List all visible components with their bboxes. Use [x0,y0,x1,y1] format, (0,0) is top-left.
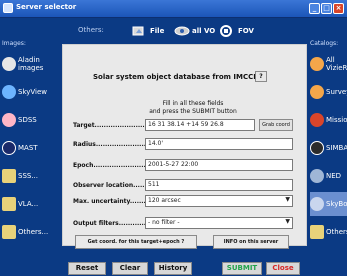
server-missions[interactable]: Missions [310,108,347,132]
panel-title: Solar system object database from IMCCE [93,73,259,81]
ned-icon [310,169,324,183]
sss-icon [2,169,16,183]
chevron-down-icon: ▼ [285,218,290,225]
server-vla[interactable]: VLA... [2,192,52,216]
server-aladin-label: Aladin images [18,56,44,72]
server-sss[interactable]: SSS... [2,164,52,188]
observer-input[interactable]: 511 [145,179,293,191]
server-ned-label: NED [326,172,342,180]
server-aladin[interactable]: Aladin images [2,52,52,76]
fov-icon [220,25,232,37]
server-mast[interactable]: MAST [2,136,52,160]
aladin-icon [2,57,16,71]
clear-button[interactable]: Clear [112,262,148,275]
instructions-line-2: and press the SUBMIT button [149,108,237,115]
submit-button[interactable]: SUBMIT [222,262,262,275]
all-vo-button[interactable]: all VO [174,22,215,40]
catalogs-header: Catalogs: [310,40,339,47]
filters-select[interactable]: - no filter - ▼ [145,217,293,229]
file-label: File [150,27,165,35]
mast-icon [2,141,16,155]
missions-icon [310,113,324,127]
vizier-icon [310,57,324,71]
server-skybot-label: SkyBot [326,200,347,208]
server-surveys[interactable]: Surveys [310,80,347,104]
top-toolbar: Others: File all VO FOV [54,20,304,42]
images-column: Images: Aladin images SkyView SDSS MAST … [2,40,52,248]
all-vo-label: all VO [192,27,216,35]
get-coord-button[interactable]: Get coord. for this target+epoch ? [75,235,197,249]
app-icon [3,3,13,13]
skybot-icon [310,197,324,211]
server-ned[interactable]: NED [310,164,347,188]
server-missions-label: Missions [326,116,347,124]
help-button[interactable]: ? [255,71,267,82]
server-mast-label: MAST [18,144,38,152]
simbad-icon [310,141,324,155]
window-title: Server selector [16,3,77,11]
reset-button[interactable]: Reset [68,262,106,275]
server-skyview[interactable]: SkyView [2,80,52,104]
skyview-icon [2,85,16,99]
grab-coord-button[interactable]: Grab coord [259,119,293,131]
title-bar[interactable]: Server selector _ □ × [0,0,347,18]
server-others-images[interactable]: Others... [2,220,52,244]
server-others-catalogs-label: Others... [326,228,347,236]
others-label: Others: [78,26,104,34]
server-others-catalogs[interactable]: Others... [310,220,347,244]
sdss-icon [2,113,16,127]
server-others-images-label: Others... [18,228,49,236]
others-folder-icon [2,225,16,239]
server-sss-label: SSS... [18,172,39,180]
target-input[interactable]: 16 31 38.14 +14 59 26.8 [145,119,255,131]
server-sdss[interactable]: SDSS [2,108,52,132]
catalogs-column: Catalogs: All VizieR Surveys Missions SI… [310,40,347,248]
form-panel: Solar system object database from IMCCE … [62,44,307,249]
uncertainty-select[interactable]: 120 arcsec ▼ [145,195,293,207]
server-vizier[interactable]: All VizieR [310,52,347,76]
server-simbad[interactable]: SIMBAD [310,136,347,160]
fov-label: FOV [238,27,254,35]
chevron-down-icon: ▼ [285,196,290,203]
instructions: Fill in all these fields and press the S… [103,100,283,116]
images-header: Images: [2,40,26,47]
observer-label: Observer location......... [73,182,154,189]
maximize-button[interactable]: □ [321,3,332,14]
server-vizier-label: All VizieR [326,56,347,72]
server-selector-window: Server selector _ □ × Others: File all V… [0,0,347,276]
minimize-button[interactable]: _ [309,3,320,14]
close-window-button[interactable]: × [333,3,344,14]
epoch-input[interactable]: 2001-5-27 22:00 [145,159,293,171]
close-button[interactable]: Close [266,262,300,275]
server-surveys-label: Surveys [326,88,347,96]
server-vla-label: VLA... [18,200,39,208]
file-button[interactable]: File [132,22,164,40]
file-icon [132,26,144,36]
server-sdss-label: SDSS [18,116,37,124]
fov-button[interactable]: FOV [220,22,254,40]
others-folder-icon [310,225,324,239]
radius-input[interactable]: 14.0' [145,138,293,150]
server-simbad-label: SIMBAD [326,144,347,152]
surveys-icon [310,85,324,99]
filters-value: - no filter - [148,219,180,226]
server-skyview-label: SkyView [18,88,48,96]
info-server-button[interactable]: INFO on this server [213,235,289,249]
instructions-line-1: Fill in all these fields [162,100,224,107]
server-skybot[interactable]: SkyBot [310,192,347,216]
uncertainty-value: 120 arcsec [148,197,181,204]
history-button[interactable]: History [154,262,192,275]
satellite-icon [174,26,190,36]
vla-icon [2,197,16,211]
